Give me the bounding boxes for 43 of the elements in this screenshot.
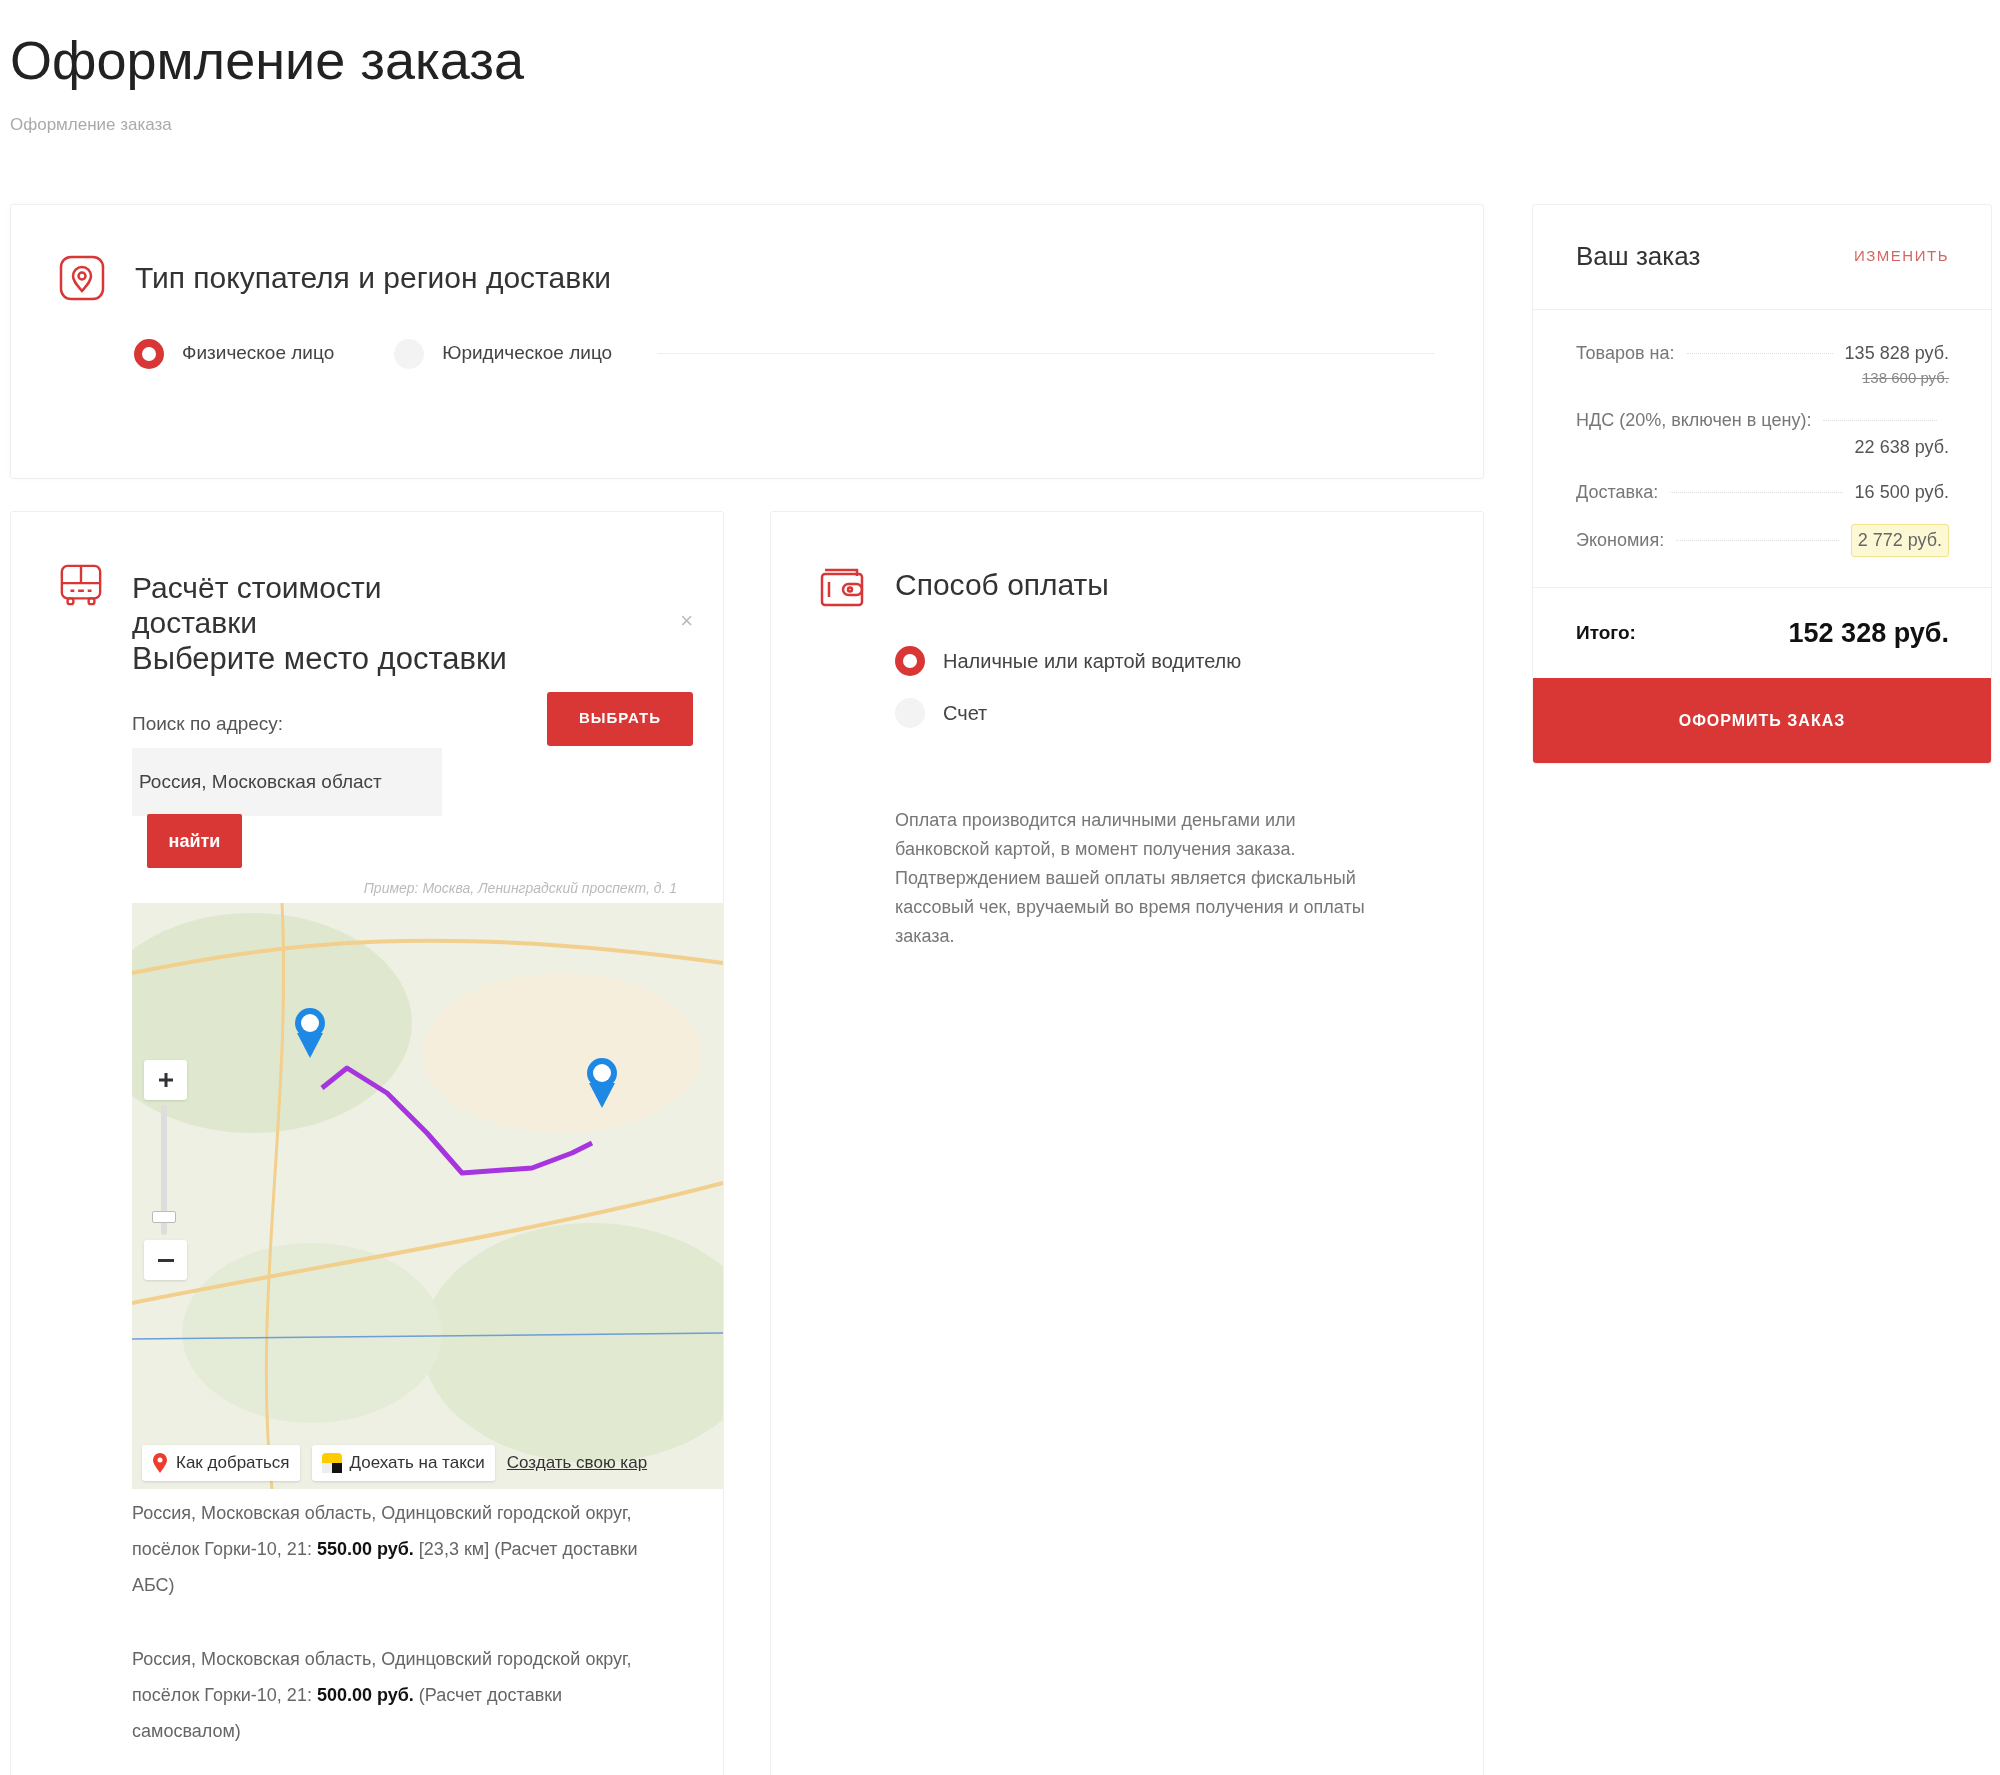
search-field[interactable]: Россия, Московская област bbox=[132, 748, 442, 816]
payment-description: Оплата производится наличными деньгами или банковской картой, в момент получения заказа. Подтверждением вашей оплаты является фискальный кассовый чек, вручаемый во время получения и оплаты заказа. bbox=[895, 808, 1366, 948]
summary-label: Товаров на: bbox=[1576, 341, 1675, 365]
summary-title: Ваш заказ bbox=[1576, 240, 1701, 273]
create-map-link[interactable]: Создать свою кар bbox=[506, 1450, 648, 1476]
delivery-result: Россия, Московская область, Одинцовский городской округ, посёлок Горки-10, 21: 500.00 руб. (Расчет доставки самосвалом) bbox=[132, 1648, 633, 1743]
radio-label[interactable]: Счет bbox=[943, 697, 988, 728]
edit-link[interactable]: ИЗМЕНИТЬ bbox=[1854, 245, 1949, 268]
section-title: Расчёт стоимости доставки bbox=[132, 569, 383, 640]
find-button[interactable]: найти bbox=[147, 814, 242, 868]
section-title: Тип покупателя и регион доставки bbox=[135, 260, 612, 296]
radio-label[interactable]: Наличные или картой водителю bbox=[943, 645, 1242, 676]
search-label: Поиск по адресу: bbox=[132, 711, 284, 736]
select-button[interactable]: ВЫБРАТЬ bbox=[547, 691, 693, 746]
section-title: Способ оплаты bbox=[895, 567, 1109, 603]
summary-value: 135 828 руб. bbox=[1844, 341, 1949, 365]
summary-value: 2 772 руб. bbox=[1850, 524, 1949, 557]
delivery-result: Россия, Московская область, Одинцовский городской округ, посёлок Горки-10, 21: 550.00 руб. [23,3 км] (Расчет доставки АБС) bbox=[132, 1502, 639, 1597]
total-value: 152 328 руб. bbox=[1788, 616, 1949, 650]
location-pin-icon bbox=[152, 1452, 168, 1474]
summary-label: Доставка: bbox=[1576, 481, 1659, 504]
minus-icon bbox=[157, 1258, 174, 1262]
checkout-button[interactable]: ОФОРМИТЬ ЗАКАЗ bbox=[1533, 678, 1991, 763]
summary-label: Экономия: bbox=[1576, 529, 1665, 552]
old-price: 138 600 руб. bbox=[1862, 367, 1949, 388]
plus-icon bbox=[156, 1071, 175, 1089]
summary-label: НДС (20%, включен в цену): bbox=[1576, 409, 1812, 432]
page-title: Оформление заказа bbox=[10, 29, 524, 92]
route-button[interactable]: Как добраться bbox=[142, 1445, 300, 1481]
radio-button[interactable] bbox=[895, 645, 925, 676]
summary-value: 16 500 руб. bbox=[1854, 481, 1949, 504]
summary-value: 22 638 руб. bbox=[1854, 436, 1949, 459]
taxi-button[interactable]: Доехать на такси bbox=[311, 1445, 495, 1481]
taxi-icon bbox=[321, 1453, 342, 1473]
section-subtitle: Выберите место доставки bbox=[132, 639, 507, 678]
radio-label[interactable]: Юридическое лицо bbox=[442, 339, 613, 368]
total-label: Итого: bbox=[1576, 620, 1636, 645]
address-hint: Пример: Москва, Ленинградский проспект, д. 1 bbox=[363, 879, 677, 898]
radio-label[interactable]: Физическое лицо bbox=[182, 339, 335, 368]
zoom-out-button[interactable] bbox=[144, 1240, 187, 1280]
radio-button[interactable] bbox=[134, 338, 164, 369]
zoom-in-button[interactable] bbox=[144, 1060, 187, 1100]
location-pin-icon bbox=[59, 254, 105, 301]
